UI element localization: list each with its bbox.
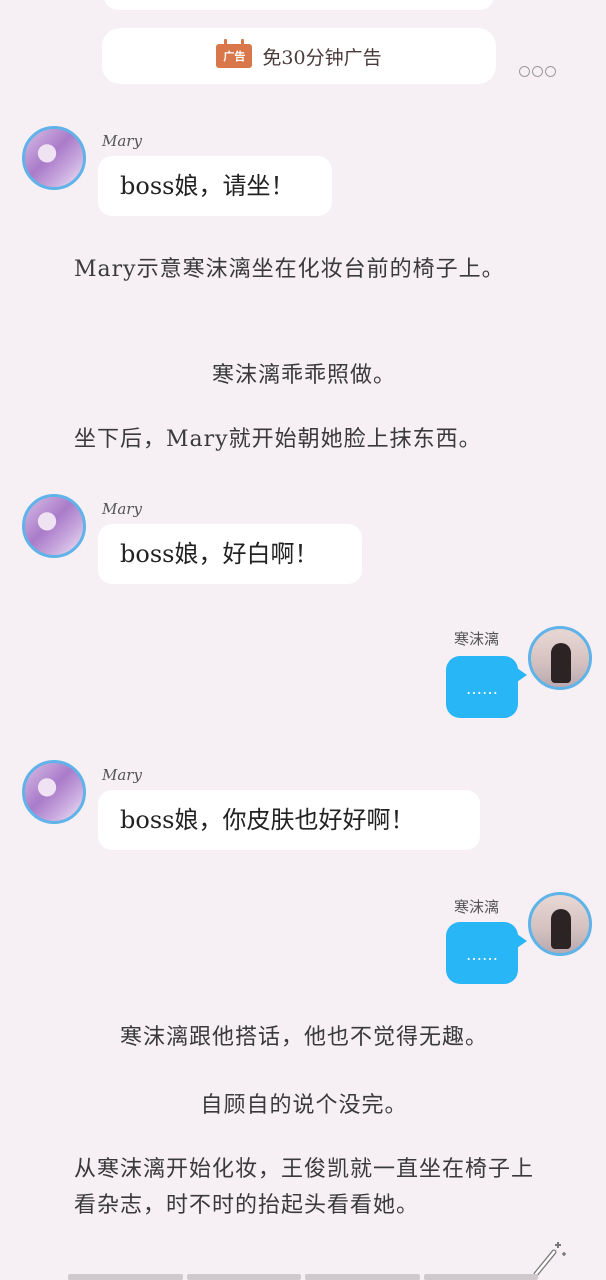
bottom-toolbar [68,1274,538,1280]
avatar-mary[interactable] [22,760,86,824]
chat-bubble-self: …… [446,656,527,718]
remove-ads-label: 免30分钟广告 [262,46,382,69]
avatar-mary[interactable] [22,126,86,190]
avatar-han-molii[interactable] [528,626,592,690]
chat-bubble: boss娘，请坐！ [98,156,332,216]
previous-card [104,0,494,10]
narration-text: 坐下后，Mary就开始朝她脸上抹东西。 [74,427,482,452]
avatar-mary[interactable] [22,494,86,558]
speaker-name: Mary [102,766,142,784]
magic-wand-icon[interactable] [528,1238,568,1278]
narration-text: 自顾自的说个没完。 [200,1093,408,1118]
narration-text: 从寒沫漓开始化妆，王俊凯就一直坐在椅子上看杂志，时不时的抬起头看看她。 [74,1157,535,1218]
remove-ads-button[interactable]: 广告 免30分钟广告 [102,28,496,84]
ad-icon-text: 广告 [223,50,246,63]
speaker-name: Mary [102,132,142,150]
speaker-name: 寒沫漓 [454,630,500,648]
narration-text: 寒沫漓乖乖照做。 [211,363,396,388]
chat-bubble: boss娘，你皮肤也好好啊！ [98,790,480,850]
narration-text: Mary示意寒沫漓坐在化妆台前的椅子上。 [74,257,505,282]
speaker-name: 寒沫漓 [454,898,500,916]
chat-bubble: boss娘，好白啊！ [98,524,362,584]
avatar-han-molii[interactable] [528,892,592,956]
chat-bubble-self: …… [446,922,527,984]
speaker-name: Mary [102,500,142,518]
narration-text: 寒沫漓跟他搭话，他也不觉得无趣。 [119,1025,488,1050]
ad-calendar-icon: 广告 [216,39,253,68]
more-options-icon[interactable] [519,66,556,77]
